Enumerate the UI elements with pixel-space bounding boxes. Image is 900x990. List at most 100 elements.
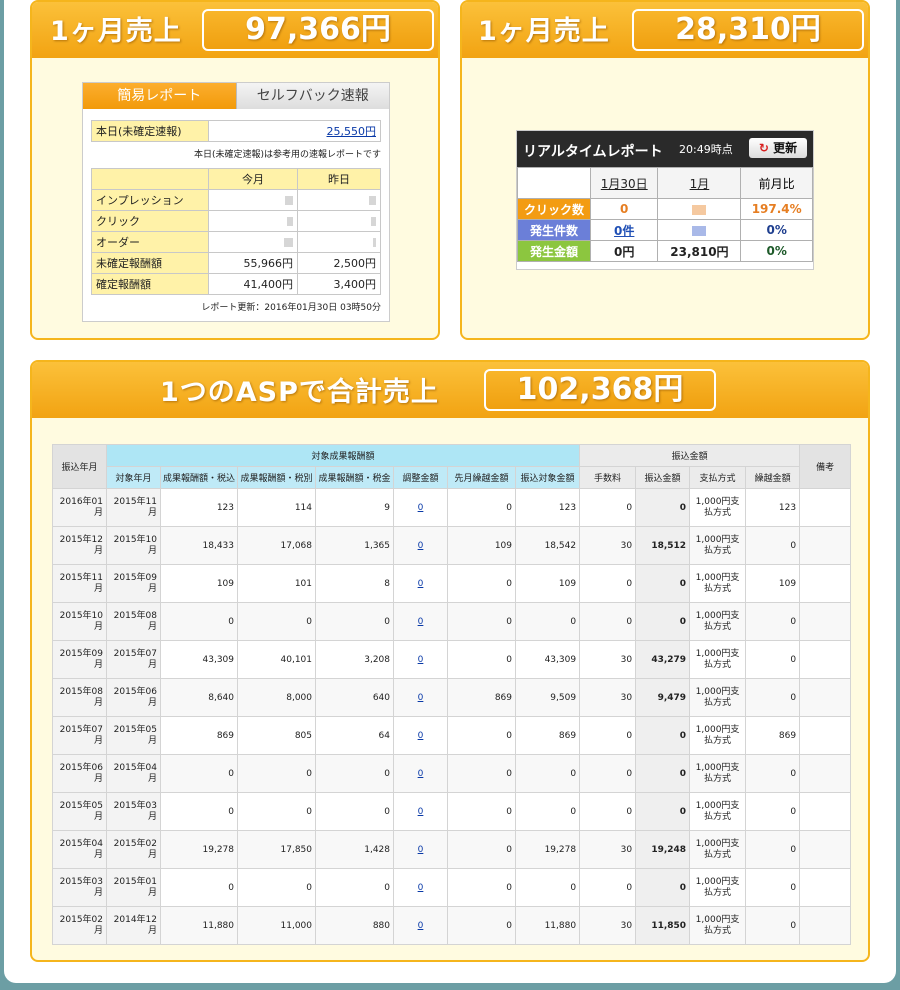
cell-method: 1,000円支払方式 [689, 716, 747, 755]
col-day-link[interactable]: 1月30日 [601, 177, 648, 191]
summary-table: 今月 昨日 インプレッション クリック オーダー 未確定報酬額 55,966円 … [91, 168, 381, 295]
adjustment-link[interactable]: 0 [418, 617, 424, 627]
col-group-payment: 振込金額 [579, 444, 801, 467]
table-row: 2015年05月 2015年03月 0 0 0 0 0 0 0 0 1,000円支払方式 0 [52, 792, 852, 831]
cell-method: 1,000円支払方式 [689, 868, 747, 907]
cell-carry: 0 [745, 830, 801, 869]
table-row: 2015年12月 2015年10月 18,433 17,068 1,365 0 109 18,… [52, 526, 852, 565]
cell-prev: 869 [447, 678, 516, 717]
cell-method: 1,000円支払方式 [689, 564, 747, 603]
col-note: 備考 [799, 444, 852, 489]
cell-tax: 880 [315, 906, 394, 945]
table-row: 2015年10月 2015年08月 0 0 0 0 0 0 0 0 1,000円支払方式 0 [52, 602, 852, 641]
today-value-link[interactable]: 25,550円 [327, 125, 377, 138]
adjustment-link[interactable]: 0 [418, 883, 424, 893]
tab-simple-report[interactable]: 簡易レポート [83, 83, 236, 109]
adjustment-link[interactable]: 0 [418, 731, 424, 741]
blurred-value [369, 196, 376, 205]
adjustment-link[interactable]: 0 [418, 655, 424, 665]
summary-row: インプレッション [91, 189, 381, 211]
orders-day-link[interactable]: 0件 [614, 224, 634, 238]
simple-report-card: 簡易レポート セルフバック速報 本日(未確定速報) 25,550円 本日(未確定… [82, 82, 390, 322]
cell-prev: 0 [447, 640, 516, 679]
adjustment-link[interactable]: 0 [418, 541, 424, 551]
cell-amount: 0 [635, 716, 691, 755]
cell-method: 1,000円支払方式 [689, 678, 747, 717]
cell-subject: 0 [514, 602, 581, 641]
adjustment-link[interactable]: 0 [418, 845, 424, 855]
monthly-sales-panel-2: 1ヶ月売上 28,310円 リアルタイムレポート 20:49時点 ↻ 更新 1月… [460, 0, 870, 340]
realtime-table: 1月30日 1月 前月比 クリック数 0 197.4% 発生件数 0件 0% 発… [517, 167, 813, 262]
cell-fee: 30 [579, 640, 637, 679]
cell-pay: 2015年06月 [52, 754, 107, 793]
cell-note [799, 830, 852, 869]
cell-prev: 0 [447, 602, 516, 641]
cell-carry: 0 [745, 678, 801, 717]
cell-target: 2015年08月 [106, 602, 161, 641]
cell-target: 2015年04月 [106, 754, 161, 793]
table-row: 2015年04月 2015年02月 19,278 17,850 1,428 0 0 19,27… [52, 830, 852, 869]
cell-amount: 43,279 [635, 640, 691, 679]
cell-excl: 101 [237, 564, 316, 603]
cell-incl: 123 [160, 488, 238, 527]
cell-incl: 19,278 [160, 830, 238, 869]
cell-prev: 0 [447, 754, 516, 793]
cell-carry: 0 [745, 526, 801, 565]
refresh-icon: ↻ [758, 141, 769, 155]
payout-body: 2016年01月 2015年11月 123 114 9 0 0 123 0 0 1,000円支払方式… [52, 488, 852, 945]
cell-prev: 0 [447, 868, 516, 907]
cell-note [799, 526, 852, 565]
realtime-report-card: リアルタイムレポート 20:49時点 ↻ 更新 1月30日 1月 前月比 クリッ… [516, 130, 814, 270]
adjustment-link[interactable]: 0 [418, 921, 424, 931]
cell-tax: 1,365 [315, 526, 394, 565]
report-updated: レポート更新：2016年01月30日 03時50分 [201, 303, 381, 313]
summary-row: 確定報酬額 41,400円 3,400円 [91, 273, 381, 295]
panel-title: 1ヶ月売上 [50, 16, 182, 47]
panel-title: 1ヶ月売上 [478, 16, 610, 47]
adjustment-link[interactable]: 0 [418, 807, 424, 817]
cell-method: 1,000円支払方式 [689, 488, 747, 527]
cell-amount: 9,479 [635, 678, 691, 717]
monthly-sales-panel-1: 1ヶ月売上 97,366円 簡易レポート セルフバック速報 本日(未確定速報) … [30, 0, 440, 340]
summary-row: 未確定報酬額 55,966円 2,500円 [91, 252, 381, 274]
cell-target: 2014年12月 [106, 906, 161, 945]
adjustment-link[interactable]: 0 [418, 579, 424, 589]
cell-fee: 0 [579, 868, 637, 907]
cell-fee: 0 [579, 488, 637, 527]
adjustment-link[interactable]: 0 [418, 503, 424, 513]
blurred-value [287, 217, 293, 226]
cell-target: 2015年11月 [106, 488, 161, 527]
refresh-button[interactable]: ↻ 更新 [749, 138, 807, 158]
cell-pay: 2015年05月 [52, 792, 107, 831]
cell-excl: 17,850 [237, 830, 316, 869]
cell-note [799, 754, 852, 793]
cell-target: 2015年07月 [106, 640, 161, 679]
table-row: 2015年09月 2015年07月 43,309 40,101 3,208 0 0 43,30… [52, 640, 852, 679]
table-row: 2016年01月 2015年11月 123 114 9 0 0 123 0 0 1,000円支払方式… [52, 488, 852, 527]
cell-subject: 43,309 [514, 640, 581, 679]
cell-note [799, 678, 852, 717]
realtime-row-orders: 発生件数 0件 0% [517, 219, 813, 241]
panel-amount: 97,366円 [202, 9, 434, 51]
page-background: 1ヶ月売上 97,366円 簡易レポート セルフバック速報 本日(未確定速報) … [4, 0, 896, 983]
tab-selfback-report[interactable]: セルフバック速報 [235, 83, 389, 109]
adjustment-link[interactable]: 0 [418, 769, 424, 779]
cell-amount: 18,512 [635, 526, 691, 565]
table-row: 2015年11月 2015年09月 109 101 8 0 0 109 0 0 1,000円支払方式… [52, 564, 852, 603]
cell-target: 2015年09月 [106, 564, 161, 603]
table-row: 2015年02月 2014年12月 11,880 11,000 880 0 0 11,880 3… [52, 906, 852, 945]
cell-excl: 0 [237, 602, 316, 641]
col-month-link[interactable]: 1月 [690, 177, 710, 191]
cell-tax: 0 [315, 868, 394, 907]
cell-target: 2015年03月 [106, 792, 161, 831]
realtime-row-amount: 発生金額 0円 23,810円 0% [517, 240, 813, 262]
cell-incl: 0 [160, 868, 238, 907]
cell-tax: 0 [315, 754, 394, 793]
cell-tax: 64 [315, 716, 394, 755]
adjustment-link[interactable]: 0 [418, 693, 424, 703]
cell-excl: 114 [237, 488, 316, 527]
cell-subject: 19,278 [514, 830, 581, 869]
cell-fee: 30 [579, 526, 637, 565]
cell-pay: 2015年09月 [52, 640, 107, 679]
realtime-title: リアルタイムレポート [523, 144, 663, 160]
